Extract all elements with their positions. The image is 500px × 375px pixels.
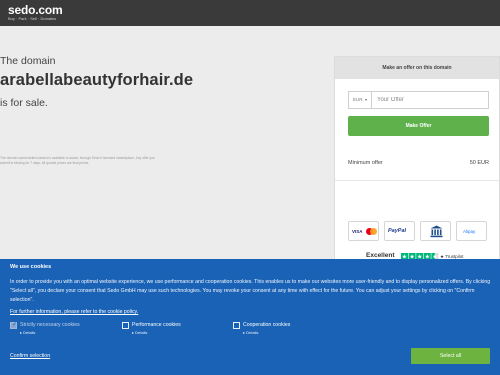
cooperation-details-toggle[interactable]: ▸ Details	[243, 330, 258, 335]
cookie-policy-link[interactable]: For further information, please refer to…	[10, 309, 138, 315]
necessary-label: Strictly necessary cookies	[20, 322, 80, 328]
make-offer-button[interactable]: Make Offer	[348, 116, 489, 136]
performance-details-toggle[interactable]: ▸ Details	[132, 330, 147, 335]
payment-methods: VISA PayPal Alipay	[348, 221, 489, 241]
offer-input-group: EUR ▾	[348, 91, 489, 109]
currency-value: EUR	[353, 97, 363, 102]
performance-checkbox[interactable]	[122, 322, 129, 329]
offer-card: Make an offer on this domain EUR ▾ Make …	[334, 56, 500, 266]
cookie-body: In order to provide you with an optimal …	[10, 279, 491, 303]
top-bar: sedo.com Buy · Park · Sell · Domains	[0, 0, 500, 26]
disclaimer-text: The domain owner/seller/contact is avail…	[0, 156, 155, 165]
chevron-down-icon: ▾	[365, 97, 368, 102]
card-divider	[335, 180, 499, 181]
paypal-icon: PayPal	[388, 228, 407, 234]
main-content: The domain arabellabeautyforhair.de is f…	[0, 26, 500, 266]
domain-name: arabellabeautyforhair.de	[0, 71, 194, 89]
trust-rating-label: Excellent	[366, 252, 395, 259]
currency-select[interactable]: EUR ▾	[349, 92, 372, 108]
visa-mastercard-badge: VISA	[348, 221, 379, 241]
cookie-banner: We use cookies In order to provide you w…	[0, 259, 500, 375]
bank-icon	[430, 225, 443, 238]
mastercard-icon-overlap	[370, 228, 377, 235]
check-icon: ✓	[12, 322, 18, 328]
minimum-offer-row: Minimum offer 50 EUR	[348, 160, 489, 166]
confirm-selection-link[interactable]: Confirm selection	[10, 353, 50, 359]
offer-amount-input[interactable]	[373, 92, 488, 108]
cookie-title: We use cookies	[10, 264, 52, 270]
cooperation-checkbox[interactable]	[233, 322, 240, 329]
necessary-details-toggle[interactable]: ▸ Details	[20, 330, 35, 335]
cooperation-label[interactable]: Cooperation cookies	[243, 322, 290, 328]
necessary-checkbox: ✓	[10, 322, 17, 329]
minimum-offer-value: 50 EUR	[469, 160, 489, 166]
offer-heading: Make an offer on this domain	[335, 57, 499, 79]
select-all-button[interactable]: Select all	[411, 348, 490, 364]
paypal-badge: PayPal	[384, 221, 415, 241]
alipay-icon: Alipay	[463, 229, 476, 234]
sedo-logo[interactable]: sedo.com	[8, 3, 63, 17]
minimum-offer-label: Minimum offer	[348, 160, 383, 166]
logo-tagline: Buy · Park · Sell · Domains	[8, 16, 57, 21]
alipay-badge: Alipay	[456, 221, 487, 241]
performance-label[interactable]: Performance cookies	[132, 322, 181, 328]
intro-text: The domain	[0, 55, 56, 67]
for-sale-text: is for sale.	[0, 97, 48, 109]
visa-icon: VISA	[352, 229, 363, 234]
bank-transfer-badge	[420, 221, 451, 241]
